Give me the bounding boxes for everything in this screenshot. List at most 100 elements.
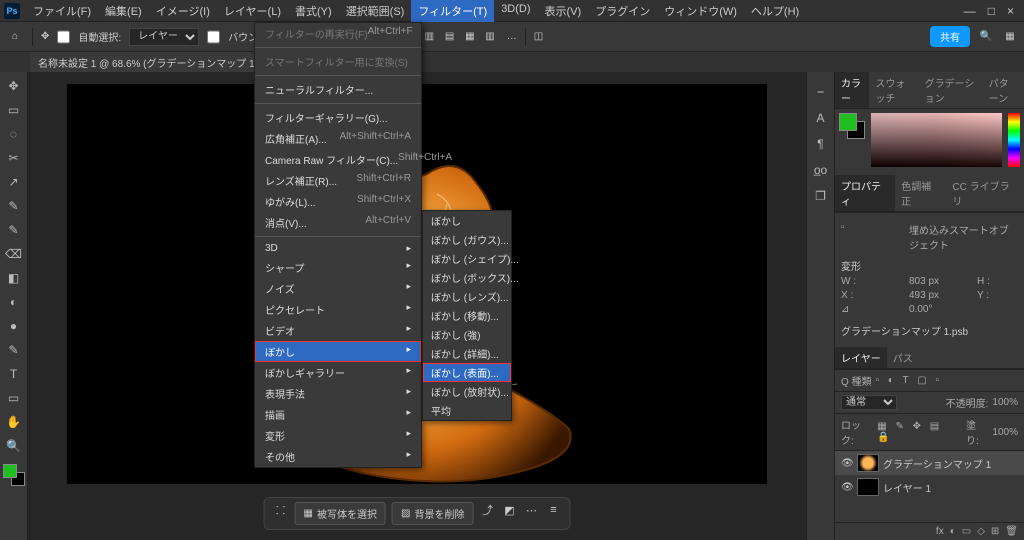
layer-action-icon[interactable]: ▭ xyxy=(962,526,971,537)
maximize-button[interactable]: □ xyxy=(988,4,995,18)
angle-value[interactable]: 0.00° xyxy=(909,304,969,315)
layer-action-icon[interactable]: 🗑 xyxy=(1005,526,1018,537)
panel-tab[interactable]: パス xyxy=(887,347,919,368)
tool-icon[interactable]: ✎ xyxy=(4,220,24,240)
panel-tab[interactable]: スウォッチ xyxy=(869,72,918,108)
menu-書式(Y)[interactable]: 書式(Y) xyxy=(288,0,339,22)
visibility-icon[interactable]: 👁 xyxy=(841,458,853,469)
opacity-value[interactable]: 100% xyxy=(992,397,1018,408)
transform-icon[interactable]: ⤴ xyxy=(479,502,495,518)
hue-slider[interactable] xyxy=(1008,113,1020,167)
filter-item[interactable]: 表現手法 xyxy=(255,383,421,404)
panel-tab[interactable]: レイヤー xyxy=(835,347,887,368)
blur-item[interactable]: ぼかし (放射状)... xyxy=(423,382,511,401)
tool-icon[interactable]: ⌫ xyxy=(4,244,24,264)
mask-icon[interactable]: ◩ xyxy=(501,502,517,518)
menu-イメージ(I)[interactable]: イメージ(I) xyxy=(149,0,217,22)
filter-item[interactable]: ぼかし xyxy=(255,341,421,362)
filter-item[interactable]: 消点(V)...Alt+Ctrl+V xyxy=(255,212,421,233)
blur-item[interactable]: ぼかし xyxy=(423,211,511,230)
show-transform-checkbox[interactable] xyxy=(207,28,220,46)
filter-item[interactable]: フィルターギャラリー(G)... xyxy=(255,107,421,128)
filter-item[interactable]: ピクセレート xyxy=(255,299,421,320)
tool-icon[interactable]: ✎ xyxy=(4,196,24,216)
more-button[interactable]: … xyxy=(507,31,517,42)
fill-value[interactable]: 100% xyxy=(992,427,1018,438)
drag-handle-icon[interactable]: ⸬ xyxy=(273,502,289,518)
menu-3D(D)[interactable]: 3D(D) xyxy=(494,0,537,22)
workspace-icon[interactable]: ▦ xyxy=(1002,29,1018,45)
filter-item[interactable]: 3D xyxy=(255,240,421,257)
menu-レイヤー(L)[interactable]: レイヤー(L) xyxy=(217,0,288,22)
layer-row[interactable]: 👁レイヤー 1 xyxy=(835,475,1024,499)
filter-icons[interactable]: ▫ ◐ T ▢ ▫ xyxy=(876,375,942,386)
layer-action-icon[interactable]: fx xyxy=(936,526,944,537)
menu-編集(E)[interactable]: 編集(E) xyxy=(98,0,149,22)
panel-icon[interactable]: o̲o xyxy=(814,163,827,177)
more-icon[interactable]: ⋯ xyxy=(523,502,539,518)
menu-フィルター(T)[interactable]: フィルター(T) xyxy=(411,0,494,22)
filter-item[interactable]: ゆがみ(L)...Shift+Ctrl+X xyxy=(255,191,421,212)
menu-ウィンドウ(W)[interactable]: ウィンドウ(W) xyxy=(657,0,744,22)
x-value[interactable]: 493 px xyxy=(909,290,969,301)
blur-item[interactable]: ぼかし (移動)... xyxy=(423,306,511,325)
menu-選択範囲(S)[interactable]: 選択範囲(S) xyxy=(339,0,412,22)
filter-item[interactable]: ノイズ xyxy=(255,278,421,299)
close-button[interactable]: × xyxy=(1007,4,1014,18)
panel-tab[interactable]: グラデーション xyxy=(919,72,983,108)
remove-background-button[interactable]: ▨ 背景を削除 xyxy=(392,502,473,525)
filter-item[interactable]: 描画 xyxy=(255,404,421,425)
filter-item[interactable]: シャープ xyxy=(255,257,421,278)
visibility-icon[interactable]: 👁 xyxy=(841,482,853,493)
blur-item[interactable]: ぼかし (詳細)... xyxy=(423,344,511,363)
menu-表示(V)[interactable]: 表示(V) xyxy=(538,0,589,22)
panel-tab[interactable]: 色調補正 xyxy=(895,175,946,211)
tool-icon[interactable]: ↗ xyxy=(4,172,24,192)
menu-プラグイン[interactable]: プラグイン xyxy=(588,0,657,22)
auto-select-target[interactable]: レイヤー xyxy=(129,28,199,46)
filter-item[interactable]: その他 xyxy=(255,446,421,467)
filter-item[interactable]: ニューラルフィルター... xyxy=(255,79,421,100)
color-picker[interactable] xyxy=(871,113,1002,167)
search-icon[interactable]: 🔍 xyxy=(978,29,994,45)
panel-tab[interactable]: カラー xyxy=(835,72,869,108)
fgbg-swatch[interactable] xyxy=(839,113,865,139)
tool-icon[interactable]: ✥ xyxy=(4,76,24,96)
filter-item[interactable]: 広角補正(A)...Alt+Shift+Ctrl+A xyxy=(255,128,421,149)
layer-thumbnail[interactable] xyxy=(857,478,879,496)
panel-tab[interactable]: パターン xyxy=(983,72,1024,108)
minimize-button[interactable]: — xyxy=(964,4,976,18)
tool-icon[interactable]: 🔍 xyxy=(4,436,24,456)
layer-action-icon[interactable]: ◐ xyxy=(950,526,956,537)
layer-action-icon[interactable]: ⊞ xyxy=(991,526,999,537)
tool-icon[interactable]: ◧ xyxy=(4,268,24,288)
blur-item[interactable]: ぼかし (シェイプ)... xyxy=(423,249,511,268)
panel-icon[interactable]: ¶ xyxy=(817,137,823,151)
menu-ファイル(F)[interactable]: ファイル(F) xyxy=(26,0,98,22)
tool-icon[interactable]: ✎ xyxy=(4,340,24,360)
blend-mode-select[interactable]: 通常 xyxy=(841,395,897,410)
panel-tab[interactable]: CC ライブラリ xyxy=(946,175,1024,211)
tool-icon[interactable]: ✋ xyxy=(4,412,24,432)
blur-item[interactable]: ぼかし (表面)... xyxy=(423,363,511,382)
blur-item[interactable]: 平均 xyxy=(423,401,511,420)
filter-item[interactable]: Camera Raw フィルター(C)...Shift+Ctrl+A xyxy=(255,149,421,170)
panel-tab[interactable]: プロパティ xyxy=(835,175,895,211)
tool-icon[interactable]: ✂ xyxy=(4,148,24,168)
3d-mode-icon[interactable]: ◫ xyxy=(534,31,543,42)
home-icon[interactable]: ⌂ xyxy=(6,28,24,46)
ctx-menu-icon[interactable]: ≡ xyxy=(545,502,561,518)
tool-icon[interactable]: T xyxy=(4,364,24,384)
filter-item[interactable]: レンズ補正(R)...Shift+Ctrl+R xyxy=(255,170,421,191)
select-subject-button[interactable]: ▦ 被写体を選択 xyxy=(295,502,386,525)
fgbg-colors[interactable] xyxy=(3,464,25,486)
panel-icon[interactable]: A xyxy=(816,111,824,125)
width-value[interactable]: 803 px xyxy=(909,276,969,287)
panel-icon[interactable]: ⎯ xyxy=(817,84,823,99)
filter-item[interactable]: ぼかしギャラリー xyxy=(255,362,421,383)
tool-icon[interactable]: ◐ xyxy=(4,292,24,312)
tool-icon[interactable]: ▭ xyxy=(4,100,24,120)
lock-icons[interactable]: ▦ ✎ ✥ ▤ 🔒 xyxy=(877,421,962,443)
layer-thumbnail[interactable] xyxy=(857,454,879,472)
filter-item[interactable]: ビデオ xyxy=(255,320,421,341)
